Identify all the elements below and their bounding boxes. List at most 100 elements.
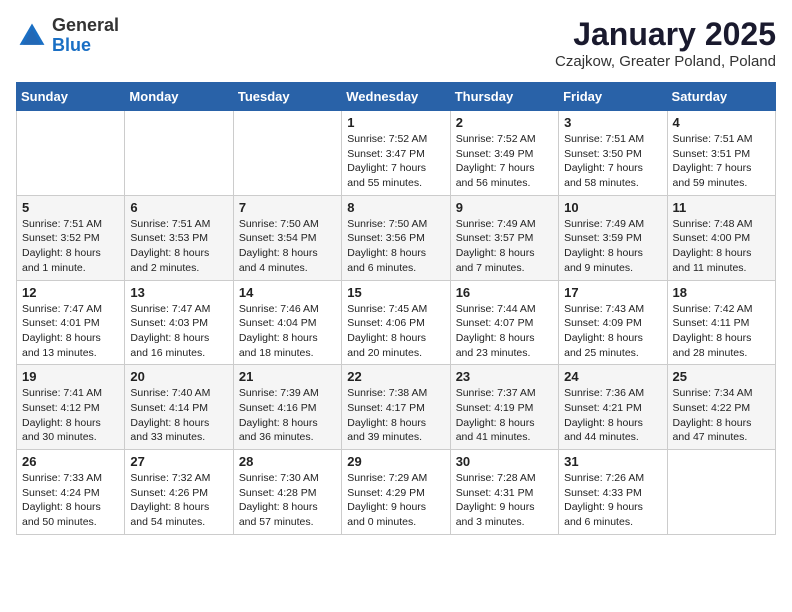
day-info: Daylight: 7 hours and 55 minutes. (347, 161, 444, 190)
calendar-cell: 18Sunrise: 7:42 AMSunset: 4:11 PMDayligh… (667, 280, 775, 365)
day-info: Daylight: 8 hours and 6 minutes. (347, 246, 444, 275)
day-number: 26 (22, 454, 119, 469)
calendar-cell: 24Sunrise: 7:36 AMSunset: 4:21 PMDayligh… (559, 365, 667, 450)
day-info: Daylight: 8 hours and 2 minutes. (130, 246, 227, 275)
calendar-cell: 25Sunrise: 7:34 AMSunset: 4:22 PMDayligh… (667, 365, 775, 450)
day-number: 27 (130, 454, 227, 469)
day-info: Sunrise: 7:46 AM (239, 302, 336, 317)
day-info: Daylight: 8 hours and 33 minutes. (130, 416, 227, 445)
day-info: Sunset: 4:28 PM (239, 486, 336, 501)
day-info: Sunset: 4:16 PM (239, 401, 336, 416)
day-number: 4 (673, 115, 770, 130)
calendar-cell: 28Sunrise: 7:30 AMSunset: 4:28 PMDayligh… (233, 450, 341, 535)
day-number: 19 (22, 369, 119, 384)
calendar-cell: 14Sunrise: 7:46 AMSunset: 4:04 PMDayligh… (233, 280, 341, 365)
day-number: 28 (239, 454, 336, 469)
day-number: 12 (22, 285, 119, 300)
calendar-cell: 10Sunrise: 7:49 AMSunset: 3:59 PMDayligh… (559, 195, 667, 280)
calendar-cell (233, 111, 341, 196)
day-info: Sunrise: 7:44 AM (456, 302, 553, 317)
day-info: Daylight: 9 hours and 3 minutes. (456, 500, 553, 529)
day-info: Sunrise: 7:34 AM (673, 386, 770, 401)
day-info: Sunrise: 7:50 AM (239, 217, 336, 232)
day-info: Sunset: 3:47 PM (347, 147, 444, 162)
day-number: 1 (347, 115, 444, 130)
day-number: 23 (456, 369, 553, 384)
day-number: 3 (564, 115, 661, 130)
calendar-cell (125, 111, 233, 196)
calendar-week-4: 19Sunrise: 7:41 AMSunset: 4:12 PMDayligh… (17, 365, 776, 450)
location-subtitle: Czajkow, Greater Poland, Poland (555, 53, 776, 70)
day-info: Sunset: 4:09 PM (564, 316, 661, 331)
calendar-cell: 7Sunrise: 7:50 AMSunset: 3:54 PMDaylight… (233, 195, 341, 280)
day-number: 29 (347, 454, 444, 469)
day-info: Sunset: 4:31 PM (456, 486, 553, 501)
day-info: Sunrise: 7:45 AM (347, 302, 444, 317)
day-info: Daylight: 8 hours and 54 minutes. (130, 500, 227, 529)
calendar-cell: 6Sunrise: 7:51 AMSunset: 3:53 PMDaylight… (125, 195, 233, 280)
day-info: Sunrise: 7:48 AM (673, 217, 770, 232)
day-info: Daylight: 8 hours and 11 minutes. (673, 246, 770, 275)
day-number: 31 (564, 454, 661, 469)
day-info: Daylight: 8 hours and 20 minutes. (347, 331, 444, 360)
day-info: Daylight: 8 hours and 13 minutes. (22, 331, 119, 360)
day-info: Sunrise: 7:43 AM (564, 302, 661, 317)
title-block: January 2025 Czajkow, Greater Poland, Po… (555, 16, 776, 70)
day-info: Sunset: 4:07 PM (456, 316, 553, 331)
day-info: Sunrise: 7:36 AM (564, 386, 661, 401)
weekday-header-friday: Friday (559, 83, 667, 111)
day-info: Sunrise: 7:41 AM (22, 386, 119, 401)
day-info: Sunrise: 7:32 AM (130, 471, 227, 486)
calendar-cell: 26Sunrise: 7:33 AMSunset: 4:24 PMDayligh… (17, 450, 125, 535)
calendar-cell: 30Sunrise: 7:28 AMSunset: 4:31 PMDayligh… (450, 450, 558, 535)
day-info: Daylight: 9 hours and 6 minutes. (564, 500, 661, 529)
calendar-cell: 5Sunrise: 7:51 AMSunset: 3:52 PMDaylight… (17, 195, 125, 280)
calendar-cell: 12Sunrise: 7:47 AMSunset: 4:01 PMDayligh… (17, 280, 125, 365)
day-info: Daylight: 7 hours and 56 minutes. (456, 161, 553, 190)
day-info: Daylight: 8 hours and 4 minutes. (239, 246, 336, 275)
calendar-cell: 11Sunrise: 7:48 AMSunset: 4:00 PMDayligh… (667, 195, 775, 280)
day-number: 15 (347, 285, 444, 300)
day-number: 14 (239, 285, 336, 300)
weekday-header-row: SundayMondayTuesdayWednesdayThursdayFrid… (17, 83, 776, 111)
day-info: Daylight: 8 hours and 18 minutes. (239, 331, 336, 360)
day-info: Sunset: 3:49 PM (456, 147, 553, 162)
logo-general: General (52, 15, 119, 35)
day-number: 8 (347, 200, 444, 215)
day-info: Sunrise: 7:52 AM (456, 132, 553, 147)
day-info: Sunrise: 7:47 AM (130, 302, 227, 317)
day-info: Sunset: 4:29 PM (347, 486, 444, 501)
day-info: Sunrise: 7:47 AM (22, 302, 119, 317)
day-number: 16 (456, 285, 553, 300)
day-number: 6 (130, 200, 227, 215)
month-title: January 2025 (555, 16, 776, 53)
day-info: Sunrise: 7:29 AM (347, 471, 444, 486)
calendar-cell: 21Sunrise: 7:39 AMSunset: 4:16 PMDayligh… (233, 365, 341, 450)
day-info: Sunset: 3:59 PM (564, 231, 661, 246)
day-number: 30 (456, 454, 553, 469)
day-number: 11 (673, 200, 770, 215)
calendar-cell (17, 111, 125, 196)
day-info: Sunset: 3:57 PM (456, 231, 553, 246)
day-info: Sunset: 4:21 PM (564, 401, 661, 416)
day-info: Daylight: 8 hours and 25 minutes. (564, 331, 661, 360)
day-info: Sunset: 4:17 PM (347, 401, 444, 416)
calendar-cell: 4Sunrise: 7:51 AMSunset: 3:51 PMDaylight… (667, 111, 775, 196)
calendar-cell: 2Sunrise: 7:52 AMSunset: 3:49 PMDaylight… (450, 111, 558, 196)
calendar-cell: 23Sunrise: 7:37 AMSunset: 4:19 PMDayligh… (450, 365, 558, 450)
day-info: Daylight: 8 hours and 57 minutes. (239, 500, 336, 529)
calendar-cell: 20Sunrise: 7:40 AMSunset: 4:14 PMDayligh… (125, 365, 233, 450)
calendar-cell: 31Sunrise: 7:26 AMSunset: 4:33 PMDayligh… (559, 450, 667, 535)
calendar-cell: 22Sunrise: 7:38 AMSunset: 4:17 PMDayligh… (342, 365, 450, 450)
day-number: 20 (130, 369, 227, 384)
day-info: Sunset: 3:50 PM (564, 147, 661, 162)
day-info: Sunrise: 7:40 AM (130, 386, 227, 401)
day-info: Daylight: 9 hours and 0 minutes. (347, 500, 444, 529)
day-info: Sunset: 3:56 PM (347, 231, 444, 246)
calendar-cell: 29 Sunrise: 7:29 AMSunset: 4:29 PMDayligh… (342, 450, 450, 535)
day-info: Sunrise: 7:49 AM (564, 217, 661, 232)
weekday-header-monday: Monday (125, 83, 233, 111)
calendar-cell (667, 450, 775, 535)
day-info: Sunrise: 7:26 AM (564, 471, 661, 486)
day-number: 24 (564, 369, 661, 384)
